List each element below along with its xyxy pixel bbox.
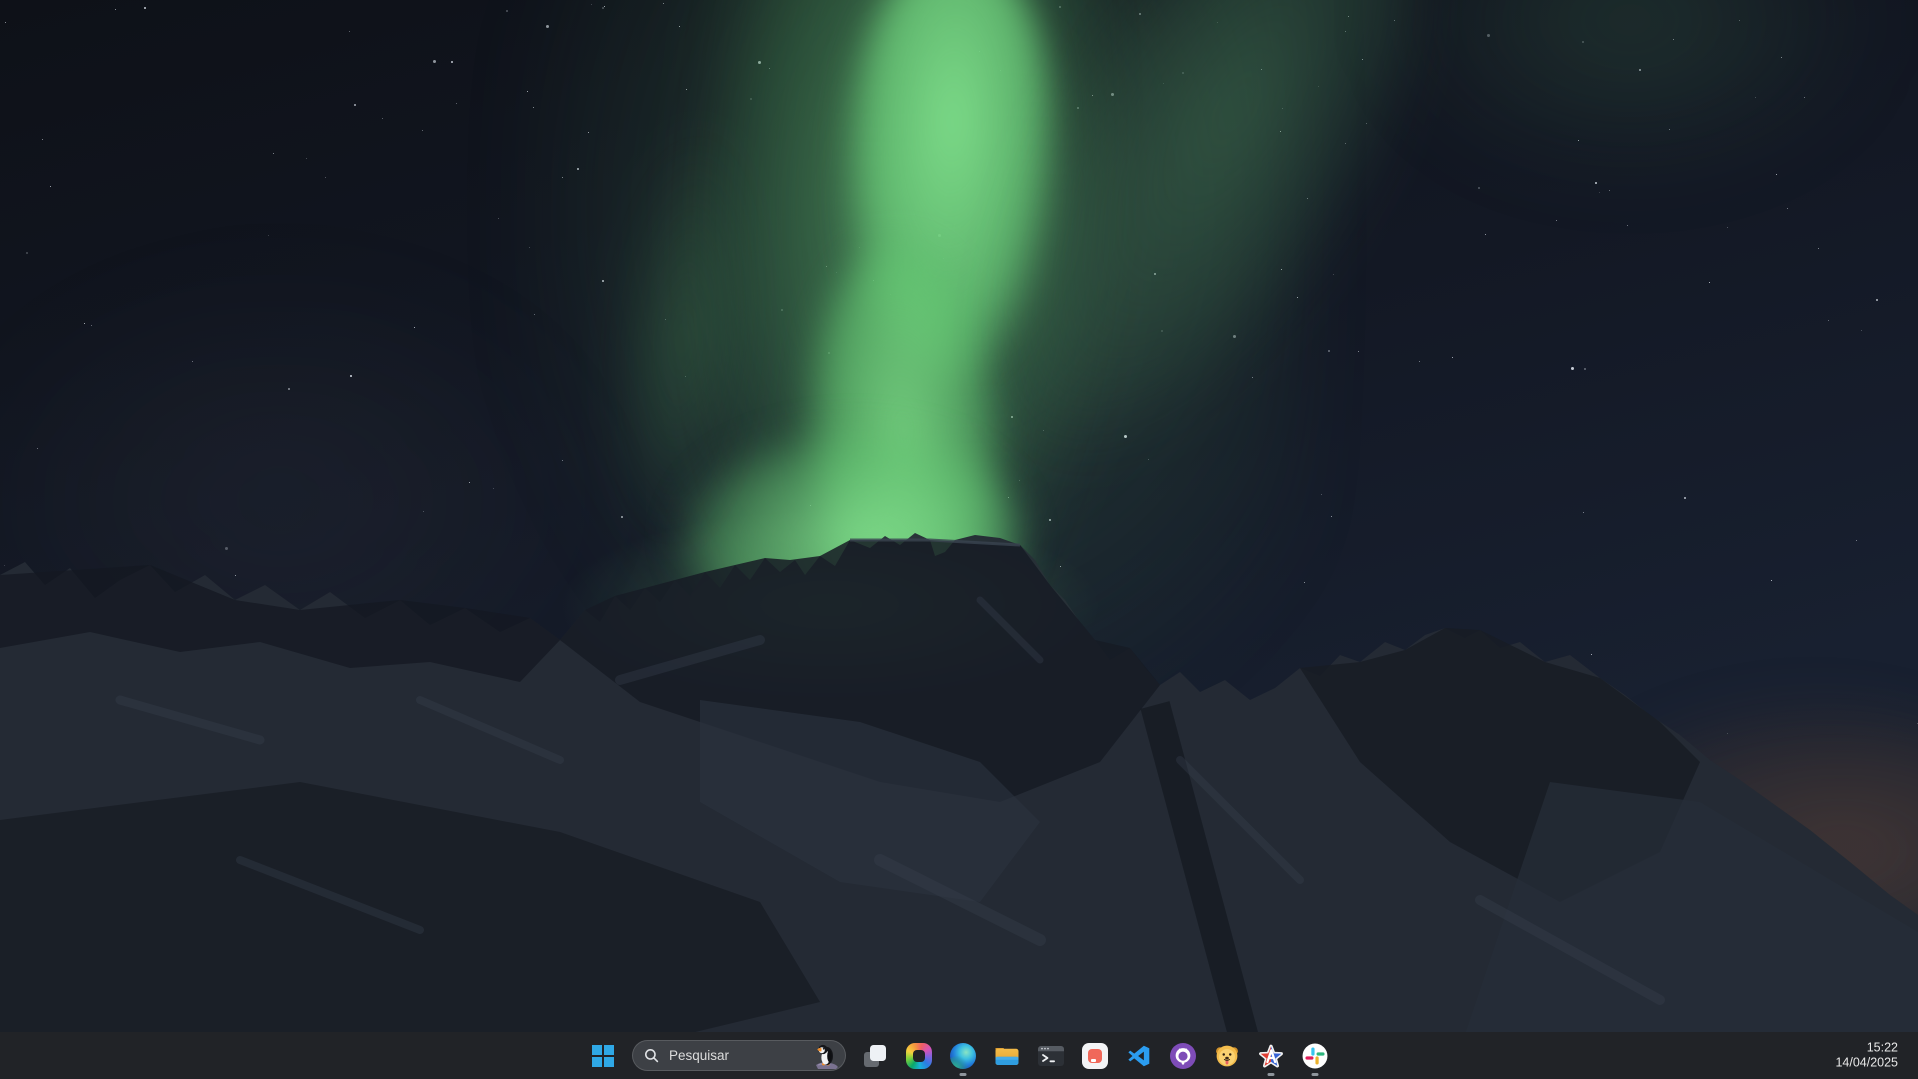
taskbar-clock[interactable]: 15:22 14/04/2025: [1835, 1040, 1898, 1071]
clock-date: 14/04/2025: [1835, 1056, 1898, 1072]
copilot-365-icon: [906, 1043, 932, 1069]
taskbar-search-box[interactable]: [632, 1040, 846, 1071]
taskbar-app-copilot[interactable]: [897, 1034, 941, 1078]
taskbar-app-edge[interactable]: [941, 1034, 985, 1078]
clock-time: 15:22: [1835, 1040, 1898, 1056]
taskbar-app-slack[interactable]: [1293, 1034, 1337, 1078]
taskbar-app-task-view[interactable]: [853, 1034, 897, 1078]
taskbar-app-file-explorer[interactable]: [985, 1034, 1029, 1078]
taskbar-center-group: [581, 1032, 1337, 1079]
running-indicator: [1268, 1073, 1275, 1076]
search-icon: [644, 1048, 659, 1063]
search-input[interactable]: [667, 1047, 810, 1064]
taskbar-app-dog[interactable]: [1205, 1034, 1249, 1078]
terminal-icon: [1038, 1046, 1064, 1066]
running-indicator: [960, 1073, 967, 1076]
taskbar-app-red-card[interactable]: [1073, 1034, 1117, 1078]
edge-browser-icon: [950, 1043, 976, 1069]
taskbar-app-github[interactable]: [1161, 1034, 1205, 1078]
task-view-icon: [862, 1043, 888, 1069]
search-daily-puffin-image[interactable]: [810, 1043, 840, 1069]
desktop-wallpaper: [0, 0, 1918, 1079]
running-indicator: [1312, 1073, 1319, 1076]
taskbar-app-terminal[interactable]: [1029, 1034, 1073, 1078]
taskbar-app-vscode[interactable]: [1117, 1034, 1161, 1078]
file-explorer-folder-icon: [994, 1045, 1020, 1066]
dog-face-icon: [1214, 1043, 1240, 1069]
taskbar: 15:22 14/04/2025: [0, 1032, 1918, 1079]
slack-icon: [1302, 1043, 1328, 1069]
start-button[interactable]: [581, 1034, 625, 1078]
windows-logo-icon: [592, 1045, 614, 1067]
vscode-icon: [1126, 1043, 1152, 1069]
taskbar-app-star-a[interactable]: [1249, 1034, 1293, 1078]
mountain-silhouette: [0, 0, 1918, 1079]
star-a-icon: [1258, 1043, 1284, 1069]
github-octocat-icon: [1170, 1043, 1196, 1069]
red-card-icon: [1082, 1043, 1108, 1069]
